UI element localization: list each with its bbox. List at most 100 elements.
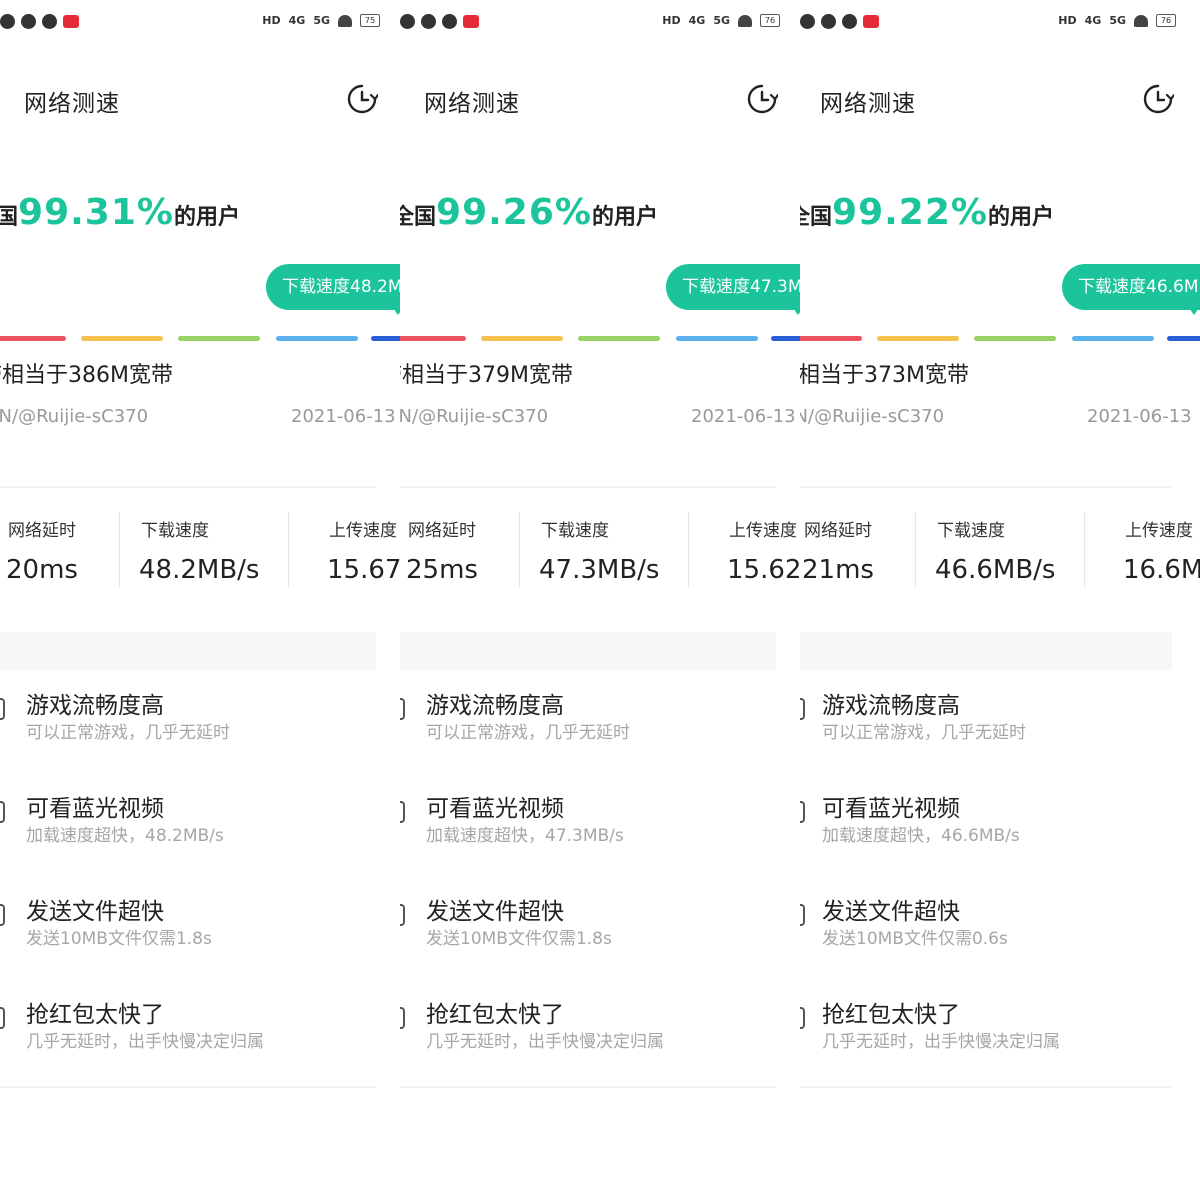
feature-title: 游戏流畅度高 bbox=[426, 693, 564, 719]
stat-label: 上传速度 bbox=[329, 521, 397, 541]
history-button[interactable] bbox=[746, 83, 780, 115]
red-packet-icon bbox=[0, 1005, 8, 1031]
history-button[interactable] bbox=[346, 83, 380, 115]
speed-scale-segment bbox=[400, 336, 466, 341]
stat-value: 20ms bbox=[6, 555, 78, 585]
test-date: 2021-06-13 bbox=[691, 406, 796, 427]
section-divider bbox=[400, 486, 776, 488]
beat-prefix: 超越全国 bbox=[400, 205, 437, 230]
feature-title: 抢红包太快了 bbox=[426, 1002, 564, 1028]
status-bar: HD 4G 5G 75 bbox=[0, 0, 380, 50]
panel-content: HD4G5G76网络测速超越全国99.26%的用户下载速度47.3MB/s宽带相… bbox=[400, 0, 800, 1200]
stat-value: 15.67MB/s bbox=[327, 555, 400, 585]
feature-title: 游戏流畅度高 bbox=[26, 693, 164, 719]
speed-scale-segment bbox=[676, 336, 758, 341]
feature-item: 游戏流畅度高可以正常游戏，几乎无延时 bbox=[800, 686, 1172, 776]
stat-label: 上传速度 bbox=[729, 521, 797, 541]
beat-suffix: 的用户 bbox=[987, 205, 1054, 230]
download-speed-bubble: 下载速度46.6MB/s bbox=[1062, 264, 1200, 310]
feature-subtitle: 加载速度超快，47.3MB/s bbox=[426, 826, 624, 846]
network-label: HD bbox=[662, 14, 681, 27]
battery-icon: 76 bbox=[760, 14, 780, 27]
stat-label: 网络延时 bbox=[804, 521, 872, 541]
stat-label: 网络延时 bbox=[8, 521, 76, 541]
feature-title: 发送文件超快 bbox=[822, 899, 960, 925]
beat-summary: 越全国99.31%的用户 bbox=[0, 192, 240, 233]
speed-test-panel: HD4G5G76网络测速超越全国99.26%的用户下载速度47.3MB/s宽带相… bbox=[400, 0, 800, 1200]
section-divider bbox=[800, 1086, 1172, 1088]
feature-title: 游戏流畅度高 bbox=[822, 693, 960, 719]
network-label: HD bbox=[262, 14, 281, 27]
feature-title: 可看蓝光视频 bbox=[822, 796, 960, 822]
page-title: 网络测速 bbox=[820, 91, 916, 117]
browser-icon bbox=[842, 14, 857, 29]
feature-item: 游戏流畅度高 可以正常游戏，几乎无延时 bbox=[0, 686, 376, 776]
game-icon bbox=[0, 696, 8, 722]
red-app-icon bbox=[463, 15, 479, 28]
download-speed-bubble: 下载速度47.3MB/s bbox=[666, 264, 800, 310]
page-title: 网络测速 bbox=[24, 91, 120, 117]
network-label: 4G bbox=[688, 14, 706, 27]
stat-label: 下载速度 bbox=[937, 521, 1005, 541]
feature-item: 抢红包太快了 几乎无延时，出手快慢决定归属 bbox=[400, 995, 776, 1085]
status-bar-right: HD 4G 5G 76 bbox=[1058, 14, 1176, 27]
browser-icon bbox=[42, 14, 57, 29]
stat-value: 25ms bbox=[406, 555, 478, 585]
feature-item: 抢红包太快了 几乎无延时，出手快慢决定归属 bbox=[800, 995, 1172, 1085]
feature-subtitle: 可以正常游戏，几乎无延时 bbox=[822, 723, 1026, 743]
section-divider bbox=[0, 486, 376, 488]
test-date: 2021-06-13 bbox=[1087, 406, 1192, 427]
feature-subtitle: 发送10MB文件仅需1.8s bbox=[426, 929, 612, 949]
speed-scale-segment bbox=[877, 336, 959, 341]
speed-scale-segment bbox=[974, 336, 1056, 341]
feature-item: 抢红包太快了 几乎无延时，出手快慢决定归属 bbox=[0, 995, 376, 1085]
feature-subtitle: 几乎无延时，出手快慢决定归属 bbox=[822, 1032, 1060, 1052]
bubble-pointer bbox=[1187, 305, 1200, 315]
section-divider bbox=[400, 1086, 776, 1088]
history-icon bbox=[1143, 84, 1176, 114]
beat-percent: 99.26% bbox=[436, 192, 592, 233]
speed-scale-segment bbox=[800, 336, 862, 341]
bell-icon bbox=[421, 14, 436, 29]
feature-item: 发送文件超快 发送10MB文件仅需1.8s bbox=[0, 892, 376, 982]
beat-suffix: 的用户 bbox=[173, 205, 240, 230]
bandwidth-equivalent: 宽带相当于379M宽带 bbox=[400, 363, 573, 388]
feature-title: 可看蓝光视频 bbox=[426, 796, 564, 822]
browser-icon bbox=[442, 14, 457, 29]
speed-scale-segment bbox=[0, 336, 66, 341]
wifi-icon bbox=[338, 14, 352, 27]
feature-title: 发送文件超快 bbox=[26, 899, 164, 925]
stat-label: 上传速度 bbox=[1125, 521, 1193, 541]
bandwidth-equivalent: 宽带相当于373M宽带 bbox=[800, 363, 969, 388]
wifi-icon bbox=[738, 14, 752, 27]
red-packet-icon bbox=[400, 1005, 408, 1031]
stat-divider bbox=[119, 512, 120, 588]
wifi-ssid: WLAN/@Ruijie-sC370 bbox=[800, 406, 945, 427]
speed-scale-segment bbox=[1072, 336, 1154, 341]
bubble-pointer bbox=[391, 305, 400, 315]
stat-label: 网络延时 bbox=[408, 521, 476, 541]
feature-subtitle: 可以正常游戏，几乎无延时 bbox=[426, 723, 630, 743]
history-button[interactable] bbox=[1142, 83, 1176, 115]
stat-value: 21ms bbox=[802, 555, 874, 585]
section-divider bbox=[0, 632, 376, 670]
beat-suffix: 的用户 bbox=[591, 205, 658, 230]
speed-scale-segment bbox=[371, 336, 400, 341]
bandwidth-equivalent: 宽带相当于386M宽带 bbox=[0, 363, 173, 388]
panel-content: HD4G5G75网络测速越全国99.31%的用户下载速度48.2MB/s宽带相当… bbox=[0, 0, 400, 1200]
test-date: 2021-06-13 bbox=[291, 406, 396, 427]
wifi-ssid: WLAN/@Ruijie-sC370 bbox=[0, 406, 149, 427]
red-packet-icon bbox=[800, 1005, 808, 1031]
stat-divider bbox=[915, 512, 916, 588]
speed-test-panel: HD4G5G75网络测速越全国99.31%的用户下载速度48.2MB/s宽带相当… bbox=[0, 0, 400, 1200]
game-icon bbox=[800, 696, 808, 722]
red-app-icon bbox=[863, 15, 879, 28]
section-divider bbox=[400, 632, 776, 670]
network-label: 5G bbox=[313, 14, 330, 27]
feature-item: 可看蓝光视频 加载速度超快，46.6MB/s bbox=[800, 789, 1172, 879]
bubble-pointer bbox=[791, 305, 800, 315]
stat-divider bbox=[519, 512, 520, 588]
status-bar-right: HD 4G 5G 75 bbox=[262, 14, 380, 27]
network-label: 5G bbox=[713, 14, 730, 27]
stat-label: 下载速度 bbox=[141, 521, 209, 541]
